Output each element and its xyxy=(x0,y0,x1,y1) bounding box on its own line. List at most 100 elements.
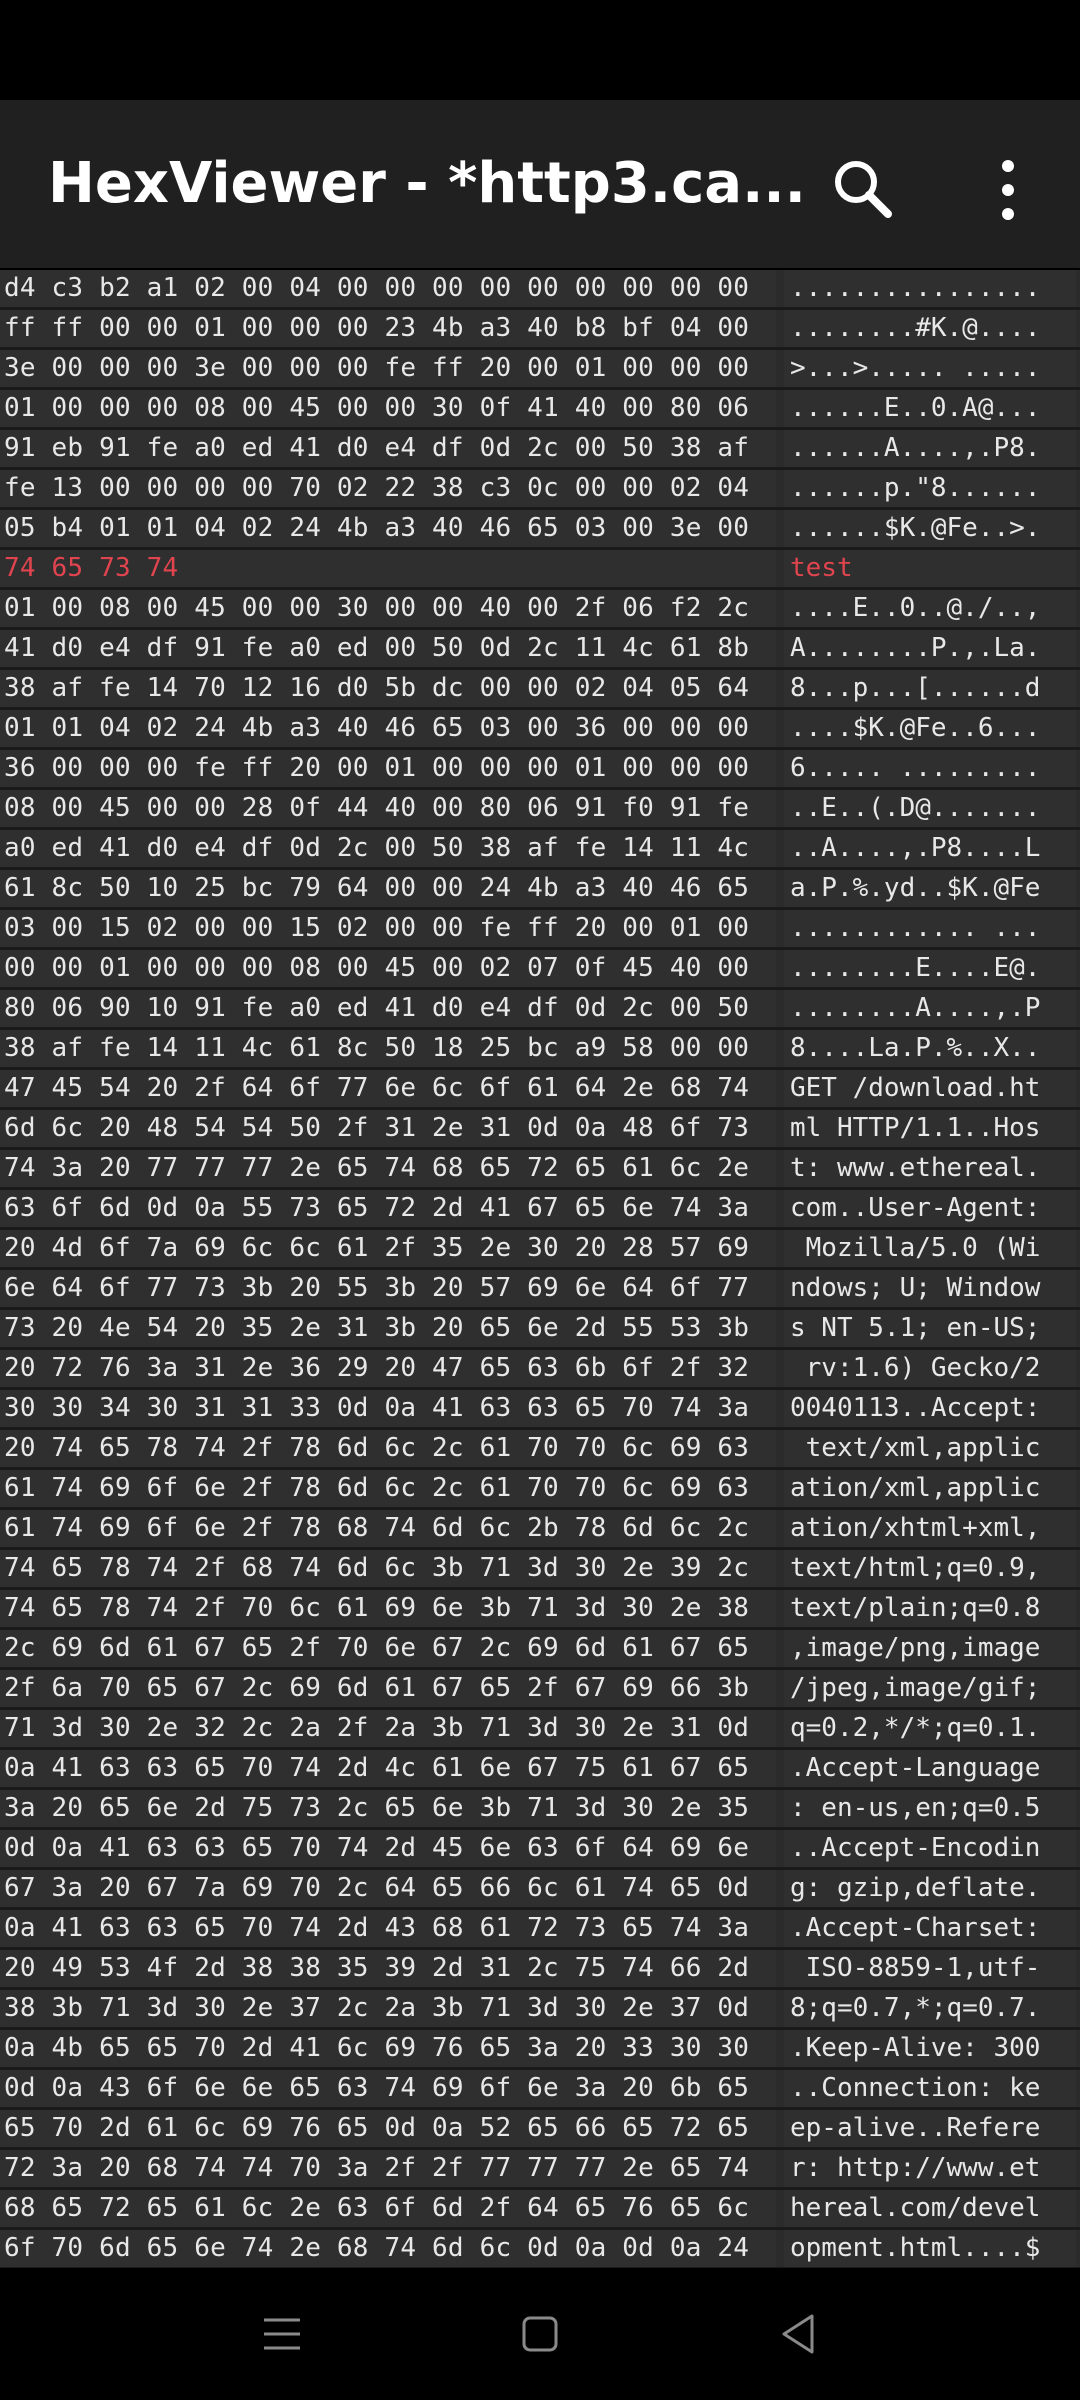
hex-bytes[interactable]: a0 ed 41 d0 e4 df 0d 2c 00 50 38 af fe 1… xyxy=(4,830,749,867)
hex-row[interactable]: 38 af fe 14 70 12 16 d0 5b dc 00 00 02 0… xyxy=(0,670,1080,710)
ascii-text[interactable]: .Accept-Language xyxy=(790,1750,1040,1787)
hex-bytes[interactable]: 20 49 53 4f 2d 38 38 35 39 2d 31 2c 75 7… xyxy=(4,1950,749,1987)
hex-row[interactable]: 01 00 08 00 45 00 00 30 00 00 40 00 2f 0… xyxy=(0,590,1080,630)
hex-bytes[interactable]: 08 00 45 00 00 28 0f 44 40 00 80 06 91 f… xyxy=(4,790,749,827)
ascii-text[interactable]: 8...p...[......d xyxy=(790,670,1040,707)
hex-bytes[interactable]: 0a 4b 65 65 70 2d 41 6c 69 76 65 3a 20 3… xyxy=(4,2030,749,2067)
hex-bytes[interactable]: 74 65 78 74 2f 70 6c 61 69 6e 3b 71 3d 3… xyxy=(4,1590,749,1627)
ascii-text[interactable]: Mozilla/5.0 (Wi xyxy=(790,1230,1041,1267)
hex-bytes[interactable]: 05 b4 01 01 04 02 24 4b a3 40 46 65 03 0… xyxy=(4,510,749,547)
hex-row[interactable]: 20 49 53 4f 2d 38 38 35 39 2d 31 2c 75 7… xyxy=(0,1950,1080,1990)
hex-row[interactable]: 0a 41 63 63 65 70 74 2d 43 68 61 72 73 6… xyxy=(0,1910,1080,1950)
hex-row[interactable]: 74 3a 20 77 77 77 2e 65 74 68 65 72 65 6… xyxy=(0,1150,1080,1190)
hex-bytes[interactable]: 2c 69 6d 61 67 65 2f 70 6e 67 2c 69 6d 6… xyxy=(4,1630,749,1667)
ascii-text[interactable]: >...>..... ..... xyxy=(790,350,1040,387)
hex-bytes[interactable]: 73 20 4e 54 20 35 2e 31 3b 20 65 6e 2d 5… xyxy=(4,1310,749,1347)
ascii-text[interactable]: hereal.com/devel xyxy=(790,2190,1040,2227)
hex-row[interactable]: 63 6f 6d 0d 0a 55 73 65 72 2d 41 67 65 6… xyxy=(0,1190,1080,1230)
hex-row[interactable]: 61 8c 50 10 25 bc 79 64 00 00 24 4b a3 4… xyxy=(0,870,1080,910)
ascii-text[interactable]: ................ xyxy=(790,270,1040,307)
ascii-text[interactable]: ....E..0..@./.., xyxy=(790,590,1040,627)
ascii-text[interactable]: text/html;q=0.9, xyxy=(790,1550,1040,1587)
ascii-text[interactable]: ndows; U; Window xyxy=(790,1270,1040,1307)
hex-bytes[interactable]: 74 65 73 74 xyxy=(4,550,178,587)
ascii-text[interactable]: a.P.%.yd..$K.@Fe xyxy=(790,870,1040,907)
hex-bytes[interactable]: 67 3a 20 67 7a 69 70 2c 64 65 66 6c 61 7… xyxy=(4,1870,749,1907)
hex-row[interactable]: 65 70 2d 61 6c 69 76 65 0d 0a 52 65 66 6… xyxy=(0,2110,1080,2150)
hex-bytes[interactable]: 61 8c 50 10 25 bc 79 64 00 00 24 4b a3 4… xyxy=(4,870,749,907)
hex-bytes[interactable]: d4 c3 b2 a1 02 00 04 00 00 00 00 00 00 0… xyxy=(4,270,749,307)
ascii-text[interactable]: ..A....,.P8....L xyxy=(790,830,1040,867)
hex-bytes[interactable]: 41 d0 e4 df 91 fe a0 ed 00 50 0d 2c 11 4… xyxy=(4,630,749,667)
hex-bytes[interactable]: 30 30 34 30 31 31 33 0d 0a 41 63 63 65 7… xyxy=(4,1390,749,1427)
hex-row[interactable]: 0a 4b 65 65 70 2d 41 6c 69 76 65 3a 20 3… xyxy=(0,2030,1080,2070)
hex-bytes[interactable]: 68 65 72 65 61 6c 2e 63 6f 6d 2f 64 65 7… xyxy=(4,2190,749,2227)
hex-row[interactable]: 03 00 15 02 00 00 15 02 00 00 fe ff 20 0… xyxy=(0,910,1080,950)
hex-bytes[interactable]: 3a 20 65 6e 2d 75 73 2c 65 6e 3b 71 3d 3… xyxy=(4,1790,749,1827)
ascii-text[interactable]: 8;q=0.7,*;q=0.7. xyxy=(790,1990,1040,2027)
ascii-text[interactable]: r: http://www.et xyxy=(790,2150,1040,2187)
hex-bytes[interactable]: 20 74 65 78 74 2f 78 6d 6c 2c 61 70 70 6… xyxy=(4,1430,749,1467)
ascii-text[interactable]: ......E..0.A@... xyxy=(790,390,1040,427)
hex-bytes[interactable]: ff ff 00 00 01 00 00 00 23 4b a3 40 b8 b… xyxy=(4,310,749,347)
hex-bytes[interactable]: 38 3b 71 3d 30 2e 37 2c 2a 3b 71 3d 30 2… xyxy=(4,1990,749,2027)
hex-bytes[interactable]: 20 72 76 3a 31 2e 36 29 20 47 65 63 6b 6… xyxy=(4,1350,749,1387)
hex-bytes[interactable]: 6e 64 6f 77 73 3b 20 55 3b 20 57 69 6e 6… xyxy=(4,1270,749,1307)
hex-row[interactable]: 38 3b 71 3d 30 2e 37 2c 2a 3b 71 3d 30 2… xyxy=(0,1990,1080,2030)
hex-row[interactable]: 3a 20 65 6e 2d 75 73 2c 65 6e 3b 71 3d 3… xyxy=(0,1790,1080,1830)
hex-bytes[interactable]: 3e 00 00 00 3e 00 00 00 fe ff 20 00 01 0… xyxy=(4,350,749,387)
more-options-button[interactable] xyxy=(966,148,1050,232)
ascii-text[interactable]: ........A....,.P xyxy=(790,990,1040,1027)
hex-bytes[interactable]: 61 74 69 6f 6e 2f 78 6d 6c 2c 61 70 70 6… xyxy=(4,1470,749,1507)
ascii-text[interactable]: 8....La.P.%..X.. xyxy=(790,1030,1040,1067)
ascii-text[interactable]: s NT 5.1; en-US; xyxy=(790,1310,1040,1347)
hex-row[interactable]: 38 af fe 14 11 4c 61 8c 50 18 25 bc a9 5… xyxy=(0,1030,1080,1070)
hex-row[interactable]: 47 45 54 20 2f 64 6f 77 6e 6c 6f 61 64 2… xyxy=(0,1070,1080,1110)
ascii-text[interactable]: test xyxy=(790,550,853,587)
hex-bytes[interactable]: 71 3d 30 2e 32 2c 2a 2f 2a 3b 71 3d 30 2… xyxy=(4,1710,749,1747)
hex-bytes[interactable]: 0d 0a 43 6f 6e 6e 65 63 74 69 6f 6e 3a 2… xyxy=(4,2070,749,2107)
ascii-text[interactable]: : en-us,en;q=0.5 xyxy=(790,1790,1040,1827)
ascii-text[interactable]: ............ ... xyxy=(790,910,1040,947)
hex-row[interactable]: 00 00 01 00 00 00 08 00 45 00 02 07 0f 4… xyxy=(0,950,1080,990)
hex-row[interactable]: 20 74 65 78 74 2f 78 6d 6c 2c 61 70 70 6… xyxy=(0,1430,1080,1470)
ascii-text[interactable]: ISO-8859-1,utf- xyxy=(790,1950,1041,1987)
hex-row[interactable]: 6e 64 6f 77 73 3b 20 55 3b 20 57 69 6e 6… xyxy=(0,1270,1080,1310)
hex-row[interactable]: 6f 70 6d 65 6e 74 2e 68 74 6d 6c 0d 0a 0… xyxy=(0,2230,1080,2268)
ascii-text[interactable]: text/plain;q=0.8 xyxy=(790,1590,1040,1627)
hex-row[interactable]: 74 65 78 74 2f 70 6c 61 69 6e 3b 71 3d 3… xyxy=(0,1590,1080,1630)
nav-home-button[interactable] xyxy=(504,2298,576,2370)
ascii-text[interactable]: A........P.,.La. xyxy=(790,630,1040,667)
hex-row[interactable]: 2c 69 6d 61 67 65 2f 70 6e 67 2c 69 6d 6… xyxy=(0,1630,1080,1670)
hex-row[interactable]: ff ff 00 00 01 00 00 00 23 4b a3 40 b8 b… xyxy=(0,310,1080,350)
ascii-text[interactable]: q=0.2,*/*;q=0.1. xyxy=(790,1710,1040,1747)
ascii-text[interactable]: ........#K.@.... xyxy=(790,310,1040,347)
hex-bytes[interactable]: 2f 6a 70 65 67 2c 69 6d 61 67 65 2f 67 6… xyxy=(4,1670,749,1707)
hex-bytes[interactable]: 91 eb 91 fe a0 ed 41 d0 e4 df 0d 2c 00 5… xyxy=(4,430,749,467)
nav-menu-button[interactable] xyxy=(246,2298,318,2370)
ascii-text[interactable]: .Keep-Alive: 300 xyxy=(790,2030,1040,2067)
ascii-text[interactable]: ..Accept-Encodin xyxy=(790,1830,1040,1867)
hex-row[interactable]: 72 3a 20 68 74 74 70 3a 2f 2f 77 77 77 2… xyxy=(0,2150,1080,2190)
hex-bytes[interactable]: 47 45 54 20 2f 64 6f 77 6e 6c 6f 61 64 2… xyxy=(4,1070,749,1107)
hex-row[interactable]: 80 06 90 10 91 fe a0 ed 41 d0 e4 df 0d 2… xyxy=(0,990,1080,1030)
ascii-text[interactable]: ........E....E@. xyxy=(790,950,1040,987)
ascii-text[interactable]: ..Connection: ke xyxy=(790,2070,1040,2107)
ascii-text[interactable]: ......A....,.P8. xyxy=(790,430,1040,467)
ascii-text[interactable]: ml HTTP/1.1..Hos xyxy=(790,1110,1040,1147)
hex-row[interactable]: fe 13 00 00 00 00 70 02 22 38 c3 0c 00 0… xyxy=(0,470,1080,510)
ascii-text[interactable]: ation/xhtml+xml, xyxy=(790,1510,1040,1547)
hex-bytes[interactable]: 74 65 78 74 2f 68 74 6d 6c 3b 71 3d 30 2… xyxy=(4,1550,749,1587)
ascii-text[interactable]: .Accept-Charset: xyxy=(790,1910,1040,1947)
hex-row[interactable]: 30 30 34 30 31 31 33 0d 0a 41 63 63 65 7… xyxy=(0,1390,1080,1430)
hex-bytes[interactable]: 03 00 15 02 00 00 15 02 00 00 fe ff 20 0… xyxy=(4,910,749,947)
hex-row[interactable]: 08 00 45 00 00 28 0f 44 40 00 80 06 91 f… xyxy=(0,790,1080,830)
hex-bytes[interactable]: 36 00 00 00 fe ff 20 00 01 00 00 00 01 0… xyxy=(4,750,749,787)
hex-bytes[interactable]: 38 af fe 14 70 12 16 d0 5b dc 00 00 02 0… xyxy=(4,670,749,707)
hex-row[interactable]: 74 65 78 74 2f 68 74 6d 6c 3b 71 3d 30 2… xyxy=(0,1550,1080,1590)
hex-row[interactable]: 73 20 4e 54 20 35 2e 31 3b 20 65 6e 2d 5… xyxy=(0,1310,1080,1350)
ascii-text[interactable]: 0040113..Accept: xyxy=(790,1390,1040,1427)
hex-bytes[interactable]: 20 4d 6f 7a 69 6c 6c 61 2f 35 2e 30 20 2… xyxy=(4,1230,749,1267)
hex-row[interactable]: 61 74 69 6f 6e 2f 78 68 74 6d 6c 2b 78 6… xyxy=(0,1510,1080,1550)
hex-row[interactable]: 0d 0a 41 63 63 65 70 74 2d 45 6e 63 6f 6… xyxy=(0,1830,1080,1870)
